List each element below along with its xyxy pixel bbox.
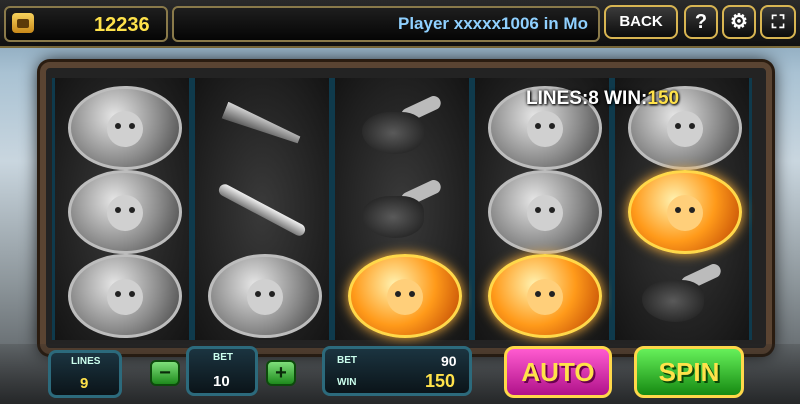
- golden-demon-child-symbol: [488, 254, 602, 338]
- back-button[interactable]: BACK: [604, 5, 678, 39]
- lines-label: LINES: [71, 356, 101, 367]
- win-label: WIN: [337, 377, 357, 388]
- bet-win-panel: BET 90 WIN 150: [322, 346, 472, 396]
- top-bar: 12236 Player xxxxx1006 in Mo BACK ? ⚙ ⛶: [0, 0, 800, 48]
- lines-win-readout: LINES:8 WIN:150: [526, 88, 679, 110]
- golden-demon-child-symbol: [348, 254, 462, 338]
- win-value: 150: [425, 371, 456, 391]
- fullscreen-icon: ⛶: [771, 12, 785, 32]
- news-ticker: Player xxxxx1006 in Mo: [172, 6, 600, 42]
- lines-display: LINES 9: [48, 350, 122, 398]
- bet-display: BET 10: [186, 346, 258, 396]
- reel-4: [472, 78, 612, 340]
- warrior-woman-symbol: [208, 254, 322, 338]
- bet-decrease-button[interactable]: −: [150, 360, 180, 386]
- lines-value: 9: [80, 375, 89, 392]
- roast-leg-symbol: [628, 254, 736, 332]
- deity-boy-symbol: [488, 170, 602, 254]
- horned-girl-symbol: [68, 170, 182, 254]
- golden-demon-child-symbol: [628, 170, 742, 254]
- total-bet-label: BET: [337, 355, 357, 366]
- total-bet-value: 90: [441, 353, 457, 369]
- winged-sword-symbol: [208, 86, 316, 164]
- credits-display: 12236: [4, 6, 168, 42]
- deity-girl-symbol: [68, 86, 182, 170]
- help-button[interactable]: ?: [684, 5, 718, 39]
- gear-icon: ⚙: [730, 11, 748, 33]
- roast-leg-symbol: [348, 86, 456, 164]
- reel-1: [52, 78, 192, 340]
- ticker-text: Player xxxxx1006 in Mo: [398, 14, 588, 33]
- wallet-icon: [12, 13, 34, 33]
- bull-demon-symbol: [68, 254, 182, 338]
- bet-increase-button[interactable]: +: [266, 360, 296, 386]
- bet-value: 10: [213, 373, 230, 390]
- reel-3: [332, 78, 472, 340]
- trident-spear-symbol: [208, 170, 316, 248]
- roast-leg-symbol: [348, 170, 456, 248]
- lines-win-label: LINES:8 WIN:: [526, 88, 648, 109]
- settings-button[interactable]: ⚙: [722, 5, 756, 39]
- bet-label: BET: [213, 352, 233, 363]
- spin-button[interactable]: SPIN: [634, 346, 744, 398]
- credits-value: 12236: [94, 14, 150, 36]
- fullscreen-button[interactable]: ⛶: [760, 5, 796, 39]
- reel-2: [192, 78, 332, 340]
- auto-button[interactable]: AUTO: [504, 346, 612, 398]
- win-amount: 150: [647, 88, 680, 109]
- reel-5: [612, 78, 752, 340]
